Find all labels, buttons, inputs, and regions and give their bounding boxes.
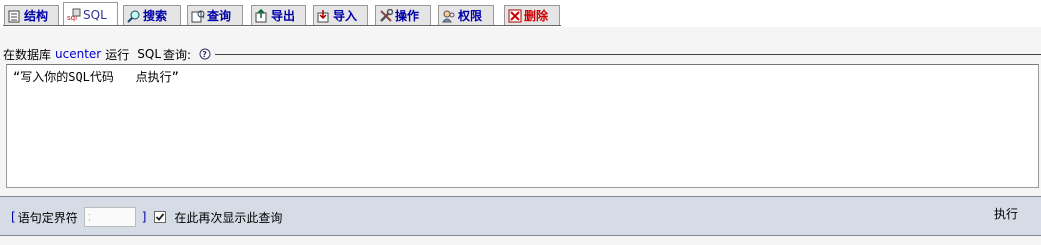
legend-query: 查询: xyxy=(163,47,192,62)
export-icon xyxy=(255,8,269,23)
privileges-icon xyxy=(442,9,456,23)
tab-privileges-label: 权限 xyxy=(458,9,483,23)
tab-sql-label: SQL xyxy=(83,7,107,22)
legend-run: 运行 xyxy=(105,47,130,62)
tab-structure-label: 结构 xyxy=(24,9,49,23)
drop-icon xyxy=(508,9,522,23)
tab-query[interactable]: 查询 xyxy=(187,5,243,25)
tab-export-label: 导出 xyxy=(271,9,296,23)
tab-search[interactable]: 搜索 xyxy=(123,5,181,25)
legend-sql: SQL xyxy=(137,47,161,61)
tab-import[interactable]: 导入 xyxy=(313,5,368,25)
delimiter-input[interactable] xyxy=(83,207,136,227)
search-icon xyxy=(127,9,141,23)
bracket-close: ] xyxy=(141,210,147,224)
sql-legend: 在数据库 ucenter 运行 SQL 查询: ? xyxy=(0,45,216,63)
tab-bar: 结构 sql SQL 搜索 查询 导出 导入 操作 权限 删除 xyxy=(0,0,1041,27)
tab-privileges[interactable]: 权限 xyxy=(438,5,494,25)
show-again-checkbox[interactable] xyxy=(154,211,167,223)
structure-icon xyxy=(8,9,22,23)
show-again-label[interactable]: 在此再次显示此查询 xyxy=(174,209,282,226)
legend-prefix: 在数据库 xyxy=(3,47,52,62)
tab-drop[interactable]: 删除 xyxy=(504,5,560,25)
delimiter-label: 语句定界符 xyxy=(17,210,78,225)
tab-operations-label: 操作 xyxy=(395,9,420,23)
svg-text:?: ? xyxy=(202,50,207,59)
tab-import-label: 导入 xyxy=(333,9,358,23)
bracket-open: [ xyxy=(11,210,16,224)
import-icon xyxy=(317,9,331,23)
sql-icon: sql xyxy=(67,8,81,22)
tab-structure[interactable]: 结构 xyxy=(4,5,59,25)
tab-drop-label: 删除 xyxy=(524,9,549,23)
tab-export[interactable]: 导出 xyxy=(251,5,306,25)
database-link[interactable]: ucenter xyxy=(55,47,101,61)
sql-query-textarea[interactable]: “写入你的SQL代码 点执行” xyxy=(6,64,1039,188)
query-options-bar: [ 语句定界符 ] 在此再次显示此查询 执行 xyxy=(0,196,1041,236)
tab-sql[interactable]: sql SQL xyxy=(63,2,118,26)
help-icon[interactable]: ? xyxy=(199,48,211,60)
operations-icon xyxy=(379,8,393,23)
execute-button[interactable]: 执行 xyxy=(994,205,1018,222)
delimiter-group: [ 语句定界符 ] 在此再次显示此查询 xyxy=(11,207,282,227)
tab-bar-underline xyxy=(3,25,561,26)
tab-query-label: 查询 xyxy=(207,9,232,23)
query-icon xyxy=(191,9,205,23)
tab-operations[interactable]: 操作 xyxy=(375,5,431,25)
tab-search-label: 搜索 xyxy=(143,9,168,23)
